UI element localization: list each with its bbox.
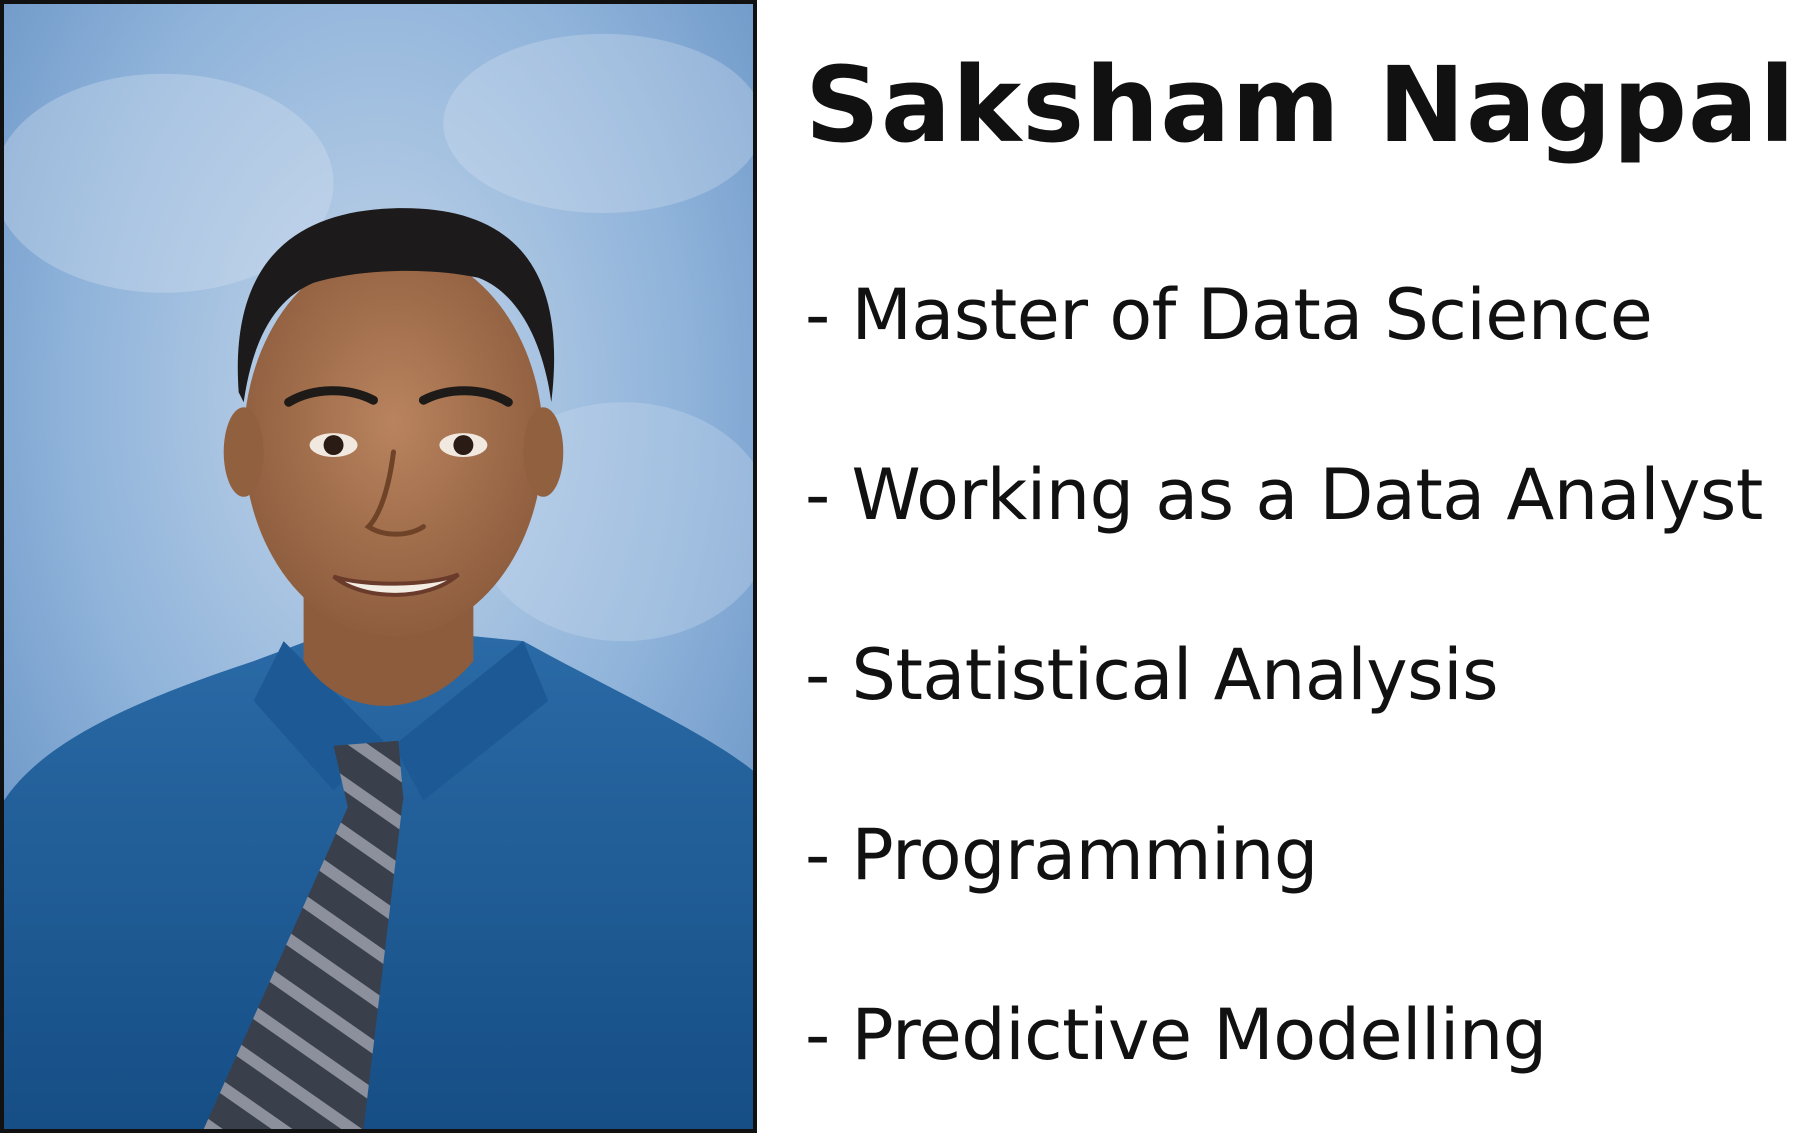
- list-item: - Statistical Analysis: [805, 634, 1499, 716]
- profile-name: Saksham Nagpal: [805, 44, 1796, 166]
- list-item: - Working as a Data Analyst: [805, 454, 1763, 536]
- face: [243, 247, 544, 637]
- list-item: - Predictive Modelling: [805, 994, 1547, 1076]
- profile-photo: [0, 0, 757, 1133]
- portrait-illustration: [4, 4, 753, 1129]
- profile-text-panel: Saksham Nagpal - Master of Data Science …: [805, 0, 1795, 1135]
- list-item: - Programming: [805, 814, 1318, 896]
- list-item: - Master of Data Science: [805, 274, 1653, 356]
